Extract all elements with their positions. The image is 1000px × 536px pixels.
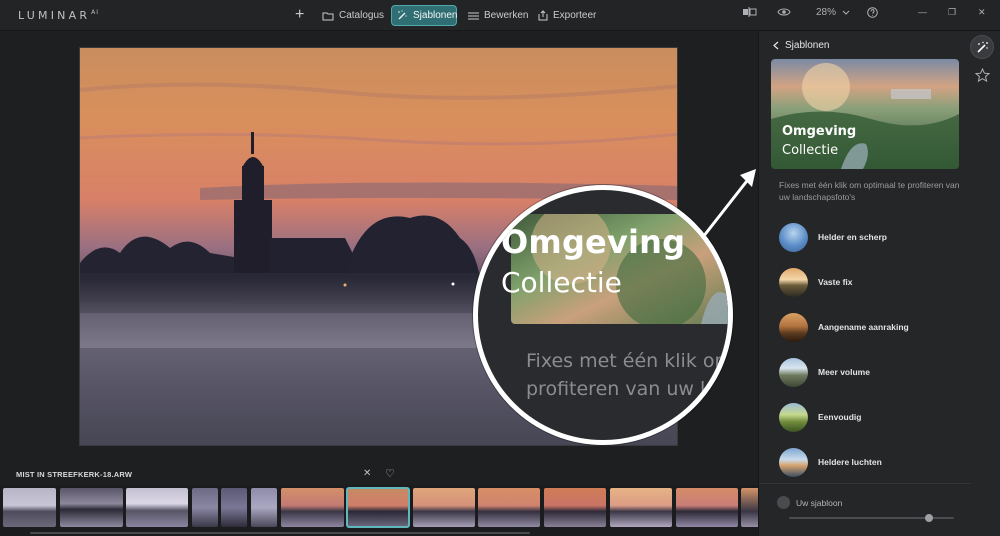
preset-thumbnail [779,357,808,387]
filmstrip-thumbnail[interactable] [676,488,738,527]
edit-tab[interactable]: Bewerken [463,5,533,26]
filmstrip-thumbnail[interactable] [221,488,247,527]
luminar-window: LUMINARAI + Catalogus Sjablonen Bewerken… [0,0,1000,536]
templates-panel: Sjablonen Omgeving Collectie Fixes met é… [758,31,1000,536]
export-tab[interactable]: Exporteer [533,5,601,26]
chevron-down-icon [842,10,850,15]
chevron-left-icon [773,41,779,50]
compare-toggle[interactable] [742,7,758,17]
filmstrip-header: MIST IN STREEFKERK-18.ARW ✕ ♡ [0,465,758,485]
back-to-templates-button[interactable]: Sjablonen [773,40,829,51]
help-button[interactable] [867,7,878,18]
collection-card[interactable]: Omgeving Collectie [771,59,959,169]
catalog-tab[interactable]: Catalogus [317,5,389,26]
preset-item[interactable]: Aangename aanraking [779,310,979,344]
edit-label: Bewerken [484,10,529,21]
catalog-label: Catalogus [339,10,385,21]
file-name: MIST IN STREEFKERK-18.ARW [16,470,133,479]
zoom-select[interactable]: 28% [816,7,851,18]
filmstrip-scrollbar[interactable] [30,532,530,534]
collection-title-line1: Omgeving [782,124,857,139]
filmstrip-thumbnail[interactable] [741,488,758,527]
magic-wand-icon [976,41,988,53]
preset-label: Meer volume [818,367,870,377]
collection-title-line2: Collectie [782,143,839,158]
preset-label: Vaste fix [818,277,853,287]
add-photos-button[interactable]: + [295,6,304,24]
filmstrip-thumbnail[interactable] [126,488,188,527]
filmstrip-thumbnail[interactable] [413,488,475,527]
preset-thumbnail [779,267,808,297]
filmstrip-thumbnail[interactable] [3,488,56,527]
preset-label: Heldere luchten [818,457,882,467]
templates-label: Sjablonen [413,10,458,21]
preset-item[interactable]: Meer volume [779,355,979,389]
preview-toggle[interactable] [777,7,791,17]
panel-divider [759,483,971,484]
zoom-value: 28% [816,7,837,18]
magnified-desc-line1: Fixes met één klik om [526,350,733,372]
preset-thumbnail [779,402,808,432]
minimize-button[interactable]: — [918,7,927,17]
favorite-heart-icon[interactable]: ♡ [385,467,395,480]
star-icon [974,67,990,82]
templates-side-button[interactable] [970,35,994,59]
filmstrip-thumbnail[interactable] [478,488,540,527]
filmstrip-thumbnail[interactable] [281,488,344,527]
preset-item[interactable]: Vaste fix [779,265,979,299]
preset-thumbnail [779,312,808,342]
filmstrip-thumbnail[interactable] [192,488,218,527]
panel-title: Sjablonen [785,40,830,51]
filmstrip-thumbnail-selected[interactable] [346,487,410,528]
preset-item[interactable]: Heldere luchten [779,445,979,479]
top-toolbar: LUMINARAI + Catalogus Sjablonen Bewerken… [0,0,1000,31]
close-button[interactable]: ✕ [978,7,986,18]
filmstrip-thumbnail[interactable] [610,488,672,527]
preset-item[interactable]: Eenvoudig [779,400,979,434]
export-icon [538,10,548,21]
templates-tab[interactable]: Sjablonen [391,5,457,26]
preset-label: Helder en scherp [818,232,887,242]
magic-wand-icon [398,10,407,20]
favorites-side-button[interactable] [970,63,994,87]
preset-thumbnail [779,222,808,252]
sliders-icon [468,12,479,19]
preset-thumbnail [779,447,808,477]
preset-label: Aangename aanraking [818,322,909,332]
image-canvas: Omgeving Collectie Fixes met één klik om… [0,31,758,465]
preset-label: Eenvoudig [818,412,862,422]
filmstrip-thumbnail[interactable] [60,488,123,527]
magnified-title-line2: Collectie [501,266,622,299]
collection-description: Fixes met één klik om optimaal te profit… [779,180,960,202]
restore-button[interactable]: ❐ [948,7,956,18]
pointer-arrow [701,169,756,238]
own-template-toggle[interactable]: Uw sjabloon [777,496,842,509]
close-filter-button[interactable]: ✕ [363,468,371,479]
filmstrip-thumbnail[interactable] [251,488,277,527]
filmstrip-thumbnail[interactable] [544,488,606,527]
own-template-radio[interactable] [777,496,790,509]
preset-item[interactable]: Helder en scherp [779,220,979,254]
compare-icon [743,7,757,17]
export-label: Exporteer [553,10,597,21]
folder-icon [322,12,334,20]
own-template-label: Uw sjabloon [796,497,843,508]
zoom-magnifier: Omgeving Collectie Fixes met één klik om… [473,185,733,445]
magnified-title-line1: Omgeving [501,223,686,261]
app-logo: LUMINARAI [18,9,100,22]
help-icon [867,7,878,18]
template-amount-slider[interactable] [789,514,954,522]
eye-icon [777,8,791,16]
filmstrip [0,485,758,536]
magnified-desc-line2: profiteren van uw l [526,378,706,400]
slider-handle[interactable] [925,514,934,522]
